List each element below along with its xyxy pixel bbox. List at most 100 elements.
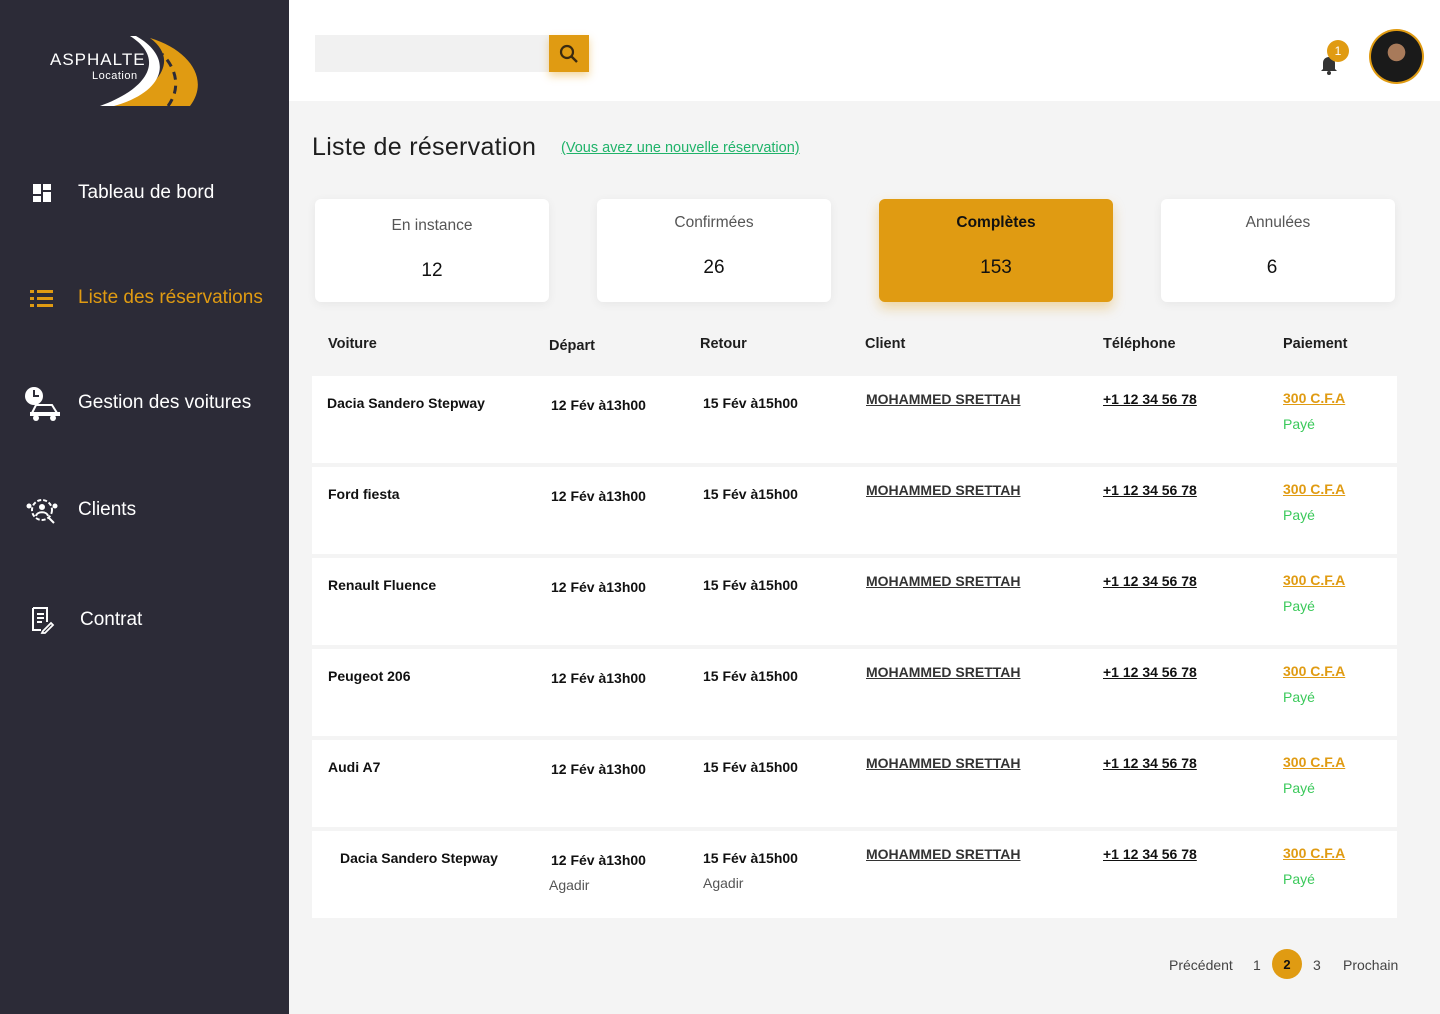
car-name: Dacia Sandero Stepway	[327, 395, 485, 411]
car-name: Audi A7	[328, 759, 381, 775]
sidebar-item-label: Gestion des voitures	[78, 392, 252, 413]
column-header-departure: Départ	[549, 338, 595, 354]
column-header-client: Client	[865, 336, 906, 352]
departure-date: 12 Fév à13h00	[551, 852, 646, 868]
pagination-next[interactable]: Prochain	[1343, 957, 1398, 973]
status-card-pending[interactable]: En instance 12	[315, 199, 549, 302]
user-avatar[interactable]	[1369, 29, 1424, 84]
phone-link[interactable]: +1 12 34 56 78	[1103, 573, 1197, 589]
column-header-payment: Paiement	[1283, 336, 1348, 352]
payment-amount-link[interactable]: 300 C.F.A	[1283, 572, 1345, 588]
payment-amount-link[interactable]: 300 C.F.A	[1283, 754, 1345, 770]
car-name: Peugeot 206	[328, 668, 411, 684]
search-input[interactable]	[315, 35, 549, 72]
payment-amount-link[interactable]: 300 C.F.A	[1283, 663, 1345, 679]
table-row[interactable]: Peugeot 206 12 Fév à13h00 15 Fév à15h00 …	[312, 649, 1397, 736]
sidebar-item-reservations[interactable]: Liste des réservations	[0, 268, 289, 328]
return-date: 15 Fév à15h00	[703, 395, 798, 411]
sidebar-item-cars[interactable]: Gestion des voitures	[0, 373, 289, 433]
topbar: 1	[289, 0, 1440, 101]
client-link[interactable]: MOHAMMED SRETTAH	[866, 755, 1021, 771]
new-reservation-link[interactable]: (Vous avez une nouvelle réservation)	[561, 140, 800, 156]
page-title: Liste de réservation	[312, 133, 537, 161]
car-name: Ford fiesta	[328, 486, 400, 502]
card-label: Complètes	[956, 214, 1036, 231]
table-row[interactable]: Dacia Sandero Stepway 12 Fév à13h00 15 F…	[312, 376, 1397, 463]
phone-link[interactable]: +1 12 34 56 78	[1103, 391, 1197, 407]
payment-status: Payé	[1283, 507, 1315, 523]
client-link[interactable]: MOHAMMED SRETTAH	[866, 664, 1021, 680]
pagination-page-1[interactable]: 1	[1253, 957, 1261, 973]
card-label: En instance	[391, 217, 473, 234]
card-value: 26	[703, 257, 725, 278]
departure-date: 12 Fév à13h00	[551, 397, 646, 413]
departure-date: 12 Fév à13h00	[551, 579, 646, 595]
avatar-image	[1371, 31, 1422, 82]
status-card-completed[interactable]: Complètes 153	[879, 199, 1113, 302]
pagination-page-2[interactable]: 2	[1272, 949, 1302, 979]
sidebar-item-contract[interactable]: Contrat	[0, 590, 289, 650]
departure-date: 12 Fév à13h00	[551, 670, 646, 686]
sidebar-item-label: Clients	[78, 499, 137, 520]
notification-badge: 1	[1327, 40, 1349, 62]
sidebar-item-label: Contrat	[80, 609, 143, 630]
contract-icon	[22, 600, 62, 640]
table-row[interactable]: Audi A7 12 Fév à13h00 15 Fév à15h00 MOHA…	[312, 740, 1397, 827]
departure-date: 12 Fév à13h00	[551, 761, 646, 777]
sidebar-item-label: Liste des réservations	[78, 287, 263, 308]
return-date: 15 Fév à15h00	[703, 668, 798, 684]
table-row[interactable]: Renault Fluence 12 Fév à13h00 15 Fév à15…	[312, 558, 1397, 645]
return-date: 15 Fév à15h00	[703, 577, 798, 593]
card-label: Confirmées	[674, 214, 754, 231]
brand-sub: Location	[92, 70, 138, 82]
card-value: 6	[1266, 257, 1278, 278]
clock-car-icon	[22, 383, 62, 423]
sidebar: ASPHALTE Location Tableau de bord Liste …	[0, 0, 289, 1014]
clients-gear-icon	[22, 490, 62, 530]
payment-amount-link[interactable]: 300 C.F.A	[1283, 845, 1345, 861]
phone-link[interactable]: +1 12 34 56 78	[1103, 482, 1197, 498]
payment-status: Payé	[1283, 416, 1315, 432]
phone-link[interactable]: +1 12 34 56 78	[1103, 755, 1197, 771]
return-city: Agadir	[703, 875, 744, 891]
client-link[interactable]: MOHAMMED SRETTAH	[866, 846, 1021, 862]
brand-name: ASPHALTE	[50, 50, 146, 69]
client-link[interactable]: MOHAMMED SRETTAH	[866, 573, 1021, 589]
table-row[interactable]: Ford fiesta 12 Fév à13h00 15 Fév à15h00 …	[312, 467, 1397, 554]
sidebar-item-clients[interactable]: Clients	[0, 480, 289, 540]
client-link[interactable]: MOHAMMED SRETTAH	[866, 391, 1021, 407]
payment-amount-link[interactable]: 300 C.F.A	[1283, 390, 1345, 406]
departure-date: 12 Fév à13h00	[551, 488, 646, 504]
payment-status: Payé	[1283, 871, 1315, 887]
car-name: Renault Fluence	[328, 577, 437, 593]
client-link[interactable]: MOHAMMED SRETTAH	[866, 482, 1021, 498]
pagination-previous[interactable]: Précédent	[1169, 957, 1233, 973]
phone-link[interactable]: +1 12 34 56 78	[1103, 664, 1197, 680]
departure-city: Agadir	[549, 877, 590, 893]
status-card-confirmed[interactable]: Confirmées 26	[597, 199, 831, 302]
card-label: Annulées	[1245, 214, 1311, 231]
payment-status: Payé	[1283, 780, 1315, 796]
column-header-phone: Téléphone	[1103, 336, 1176, 352]
sidebar-item-dashboard[interactable]: Tableau de bord	[0, 163, 289, 223]
brand-logo[interactable]: ASPHALTE Location	[40, 30, 220, 114]
sidebar-item-label: Tableau de bord	[78, 182, 215, 203]
return-date: 15 Fév à15h00	[703, 486, 798, 502]
dashboard-grid-icon	[22, 173, 62, 213]
return-date: 15 Fév à15h00	[703, 759, 798, 775]
column-header-car: Voiture	[328, 336, 377, 352]
card-value: 153	[980, 257, 1012, 278]
payment-status: Payé	[1283, 689, 1315, 705]
payment-status: Payé	[1283, 598, 1315, 614]
column-header-return: Retour	[700, 336, 747, 352]
card-value: 12	[421, 260, 443, 281]
list-icon	[22, 278, 62, 318]
search-icon	[559, 44, 578, 63]
payment-amount-link[interactable]: 300 C.F.A	[1283, 481, 1345, 497]
table-row[interactable]: Dacia Sandero Stepway 12 Fév à13h00 Agad…	[312, 831, 1397, 918]
phone-link[interactable]: +1 12 34 56 78	[1103, 846, 1197, 862]
car-name: Dacia Sandero Stepway	[340, 850, 498, 866]
search-button[interactable]	[549, 35, 589, 72]
status-card-cancelled[interactable]: Annulées 6	[1161, 199, 1395, 302]
pagination-page-3[interactable]: 3	[1313, 957, 1321, 973]
